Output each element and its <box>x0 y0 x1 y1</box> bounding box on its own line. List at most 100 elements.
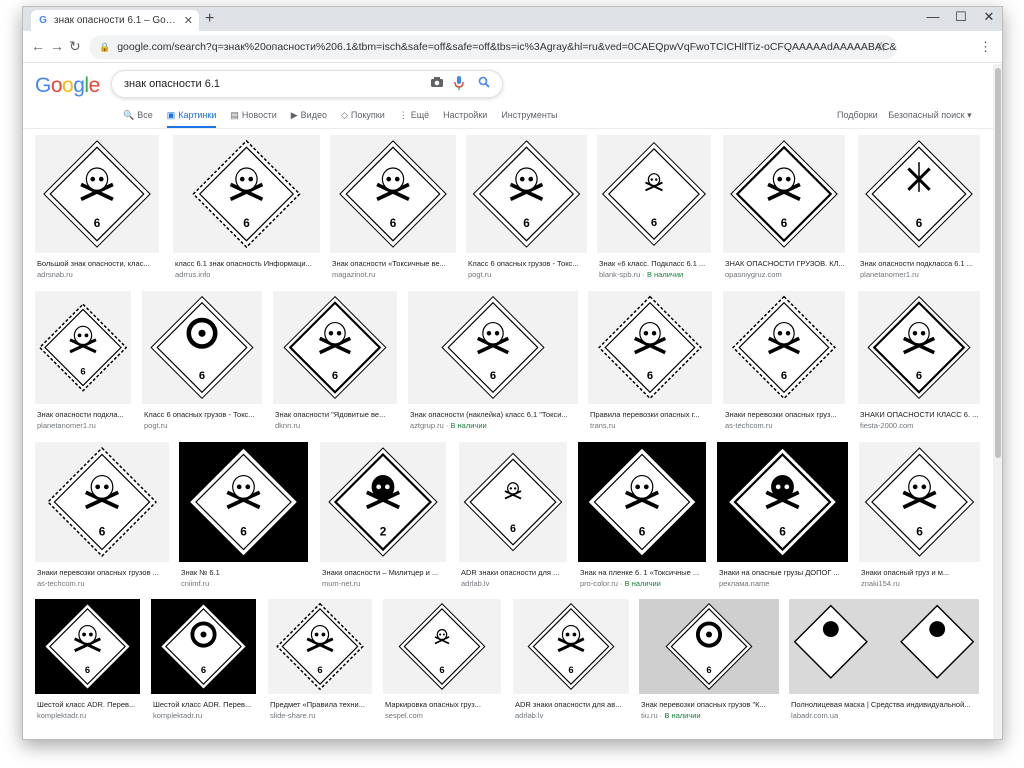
result-caption[interactable]: Знак опасности "Ядовитые ве... <box>275 410 397 419</box>
result-thumbnail[interactable]: 6 <box>723 135 845 253</box>
result-thumbnail[interactable]: 6 <box>858 135 980 253</box>
result-caption[interactable]: Знак опасности «Токсичные ве... <box>332 259 456 268</box>
forward-button[interactable]: → <box>50 38 64 54</box>
result-thumbnail[interactable]: 6 <box>142 291 262 404</box>
image-result[interactable]: 6 Знак перевозки опасных грузов "К... tiu.… <box>639 599 779 730</box>
tab-video[interactable]: ▶ Видео <box>291 104 327 128</box>
search-input[interactable]: знак опасности 6.1 <box>111 70 503 98</box>
image-result[interactable]: 6 Знаки перевозки опасных грузов ... as-te… <box>35 442 169 598</box>
close-window-button[interactable]: ✕ <box>977 9 1001 25</box>
result-thumbnail[interactable]: 6 <box>35 442 169 562</box>
image-result[interactable]: 6 Знак «6 класс. Подкласс 6.1 ... blank-sp… <box>597 135 711 289</box>
result-thumbnail[interactable]: 6 <box>35 291 131 404</box>
result-thumbnail[interactable]: 6 <box>859 442 980 562</box>
image-result[interactable]: 6 Знаки перевозки опасных груз... as-techc… <box>723 291 845 440</box>
result-caption[interactable]: Знаки опасный груз и м... <box>861 568 980 577</box>
result-thumbnail[interactable]: 6 <box>459 442 567 562</box>
image-result[interactable]: 6 Знаки на опасные грузы ДОПОГ ... реклама… <box>717 442 848 598</box>
browser-menu-icon[interactable]: ⋮ <box>979 39 992 55</box>
result-thumbnail[interactable]: 6 <box>383 599 501 694</box>
result-caption[interactable]: Класс 6 опасных грузов - Токс... <box>468 259 587 268</box>
url-field[interactable]: 🔒 google.com/search?q=знак%20опасности%2… <box>89 35 897 59</box>
image-result[interactable]: 6 класс 6.1 знак опасность Информаци... ad… <box>173 135 320 289</box>
scrollbar[interactable] <box>993 64 1002 739</box>
result-thumbnail[interactable]: 6 <box>639 599 779 694</box>
result-caption[interactable]: Знаки перевозки опасных грузов ... <box>37 568 169 577</box>
result-caption[interactable]: Знак на пленке 6. 1 «Токсичные ... <box>580 568 706 577</box>
minimize-button[interactable]: — <box>921 9 945 24</box>
back-button[interactable]: ← <box>31 38 45 54</box>
result-thumbnail[interactable]: 6 <box>408 291 578 404</box>
image-result[interactable]: 6 ADR знаки опасности для ав... adrlab.lv <box>513 599 629 730</box>
result-thumbnail[interactable]: 6 <box>513 599 629 694</box>
result-caption[interactable]: ЗНАК ОПАСНОСТИ ГРУЗОВ. КЛ... <box>725 259 845 268</box>
result-caption[interactable]: ЗНАКИ ОПАСНОСТИ КЛАСС 6. ... <box>860 410 980 419</box>
google-logo[interactable]: Google <box>35 74 100 98</box>
result-caption[interactable]: Знак перевозки опасных грузов "К... <box>641 700 779 709</box>
image-result[interactable]: 6 Знаки опасный груз и м... znaki154.ru <box>859 442 980 598</box>
image-result[interactable]: 6 Знак опасности подкласса 6.1 ... planeta… <box>858 135 980 289</box>
search-icon[interactable] <box>478 76 490 88</box>
result-thumbnail[interactable]: 6 <box>35 135 159 253</box>
result-caption[interactable]: класс 6.1 знак опасность Информаци... <box>175 259 320 268</box>
result-thumbnail[interactable]: 6 <box>466 135 587 253</box>
image-result[interactable]: 6 ЗНАК ОПАСНОСТИ ГРУЗОВ. КЛ... opasniygruz… <box>723 135 845 289</box>
result-thumbnail[interactable]: 2 <box>320 442 446 562</box>
result-caption[interactable]: Знаки на опасные грузы ДОПОГ ... <box>719 568 848 577</box>
result-caption[interactable]: ADR знаки опасности для ... <box>461 568 567 577</box>
result-caption[interactable]: Знак «6 класс. Подкласс 6.1 ... <box>599 259 711 268</box>
reload-button[interactable]: ↻ <box>69 38 81 55</box>
result-caption[interactable]: Шестой класс ADR. Перев... <box>37 700 140 709</box>
microphone-icon[interactable] <box>454 76 464 90</box>
result-thumbnail[interactable]: 6 <box>717 442 848 562</box>
image-result[interactable]: 6 Большой знак опасности, клас... adrsnab.… <box>35 135 159 289</box>
result-caption[interactable]: Предмет «Правила техни... <box>270 700 372 709</box>
maximize-button[interactable]: ☐ <box>949 9 973 25</box>
image-result[interactable]: 6 Предмет «Правила техни... slide-share.ru <box>268 599 372 730</box>
tab-all[interactable]: 🔍 Все <box>123 104 153 128</box>
tab-close-icon[interactable]: ✕ <box>184 14 193 27</box>
tab-tools[interactable]: Инструменты <box>501 104 557 128</box>
result-caption[interactable]: Маркировка опасных груз... <box>385 700 501 709</box>
result-thumbnail[interactable]: 6 <box>268 599 372 694</box>
result-caption[interactable]: Знак опасности подкласса 6.1 ... <box>860 259 980 268</box>
browser-tab[interactable]: G знак опасности 6.1 – Google По... ✕ <box>31 10 199 31</box>
image-result[interactable]: 6 Шестой класс ADR. Перев... komplektadr.r… <box>35 599 140 730</box>
tab-news[interactable]: ▤ Новости <box>230 104 276 128</box>
result-thumbnail[interactable]: 6 <box>588 291 712 404</box>
result-thumbnail[interactable]: 6 <box>330 135 456 253</box>
result-thumbnail[interactable]: 6 <box>858 291 980 404</box>
new-tab-button[interactable]: + <box>205 10 214 28</box>
image-result[interactable]: 6 Правила перевозки опасных г... trans.ru <box>588 291 712 440</box>
image-result[interactable]: 6 Знак на пленке 6. 1 «Токсичные ... pro-c… <box>578 442 706 598</box>
tab-more[interactable]: ⋮ Ещё <box>399 104 429 128</box>
result-thumbnail[interactable]: 6 <box>723 291 845 404</box>
image-result[interactable]: 6 Класс 6 опасных грузов - Токс... pogt.ru <box>466 135 587 289</box>
scrollbar-thumb[interactable] <box>995 68 1001 458</box>
image-result[interactable]: 6 Знак № 6.1 cniimf.ru <box>179 442 308 598</box>
image-result[interactable]: 6 Класс 6 опасных грузов - Токс... pogt.ru <box>142 291 262 440</box>
result-caption[interactable]: Знак опасности подкла... <box>37 410 131 419</box>
image-result[interactable]: 6 ЗНАКИ ОПАСНОСТИ КЛАСС 6. ... fiesta-2000… <box>858 291 980 440</box>
result-caption[interactable]: Класс 6 опасных грузов - Токс... <box>144 410 262 419</box>
image-result[interactable]: 6 Знак опасности «Токсичные ве... magazino… <box>330 135 456 289</box>
result-thumbnail[interactable]: 6 <box>173 135 320 253</box>
image-result[interactable]: 6 Шестой класс ADR. Перев... komplektadr.r… <box>151 599 256 730</box>
image-result[interactable]: Полнолицевая маска | Средства индивидуал… <box>789 599 979 730</box>
image-result[interactable]: 2 Знаки опасности – Милитцер и ... mum-net… <box>320 442 446 598</box>
tab-images[interactable]: ▣ Картинки <box>166 104 217 128</box>
result-caption[interactable]: Правила перевозки опасных г... <box>590 410 712 419</box>
image-result[interactable]: 6 Знак опасности подкла... planetanomer1.r… <box>35 291 131 440</box>
result-caption[interactable]: Шестой класс ADR. Перев... <box>153 700 256 709</box>
tab-settings[interactable]: Настройки <box>443 104 487 128</box>
result-caption[interactable]: Знак опасности (наклейка) класс 6.1 "Ток… <box>410 410 578 419</box>
result-caption[interactable]: Полнолицевая маска | Средства индивидуал… <box>791 700 979 709</box>
tab-shopping[interactable]: ◇ Покупки <box>341 104 385 128</box>
result-thumbnail[interactable]: 6 <box>179 442 308 562</box>
result-thumbnail[interactable]: 6 <box>273 291 397 404</box>
result-caption[interactable]: Знаки перевозки опасных груз... <box>725 410 845 419</box>
result-thumbnail[interactable]: 6 <box>151 599 256 694</box>
result-thumbnail[interactable]: 6 <box>597 135 711 253</box>
image-result[interactable]: 6 Маркировка опасных груз... sespel.com <box>383 599 501 730</box>
camera-icon[interactable] <box>430 76 444 88</box>
